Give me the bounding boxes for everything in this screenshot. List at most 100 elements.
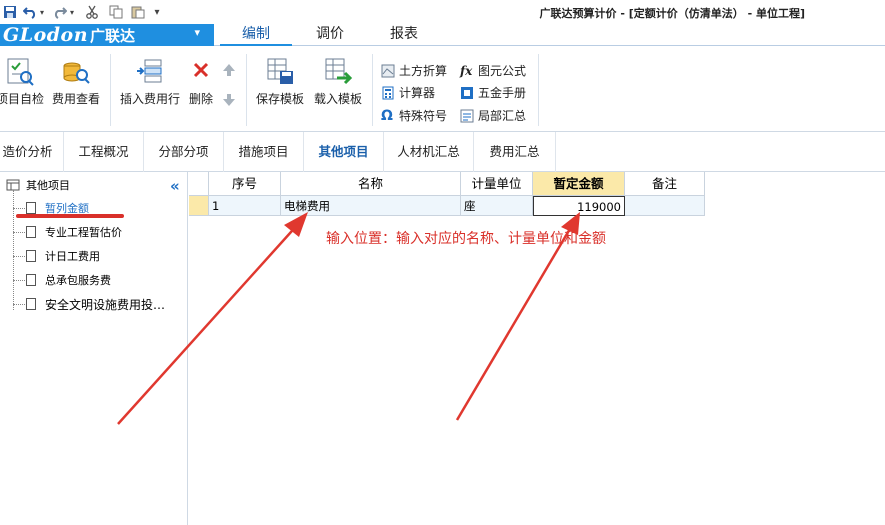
formula-button[interactable]: fx 图元公式 [460, 62, 526, 79]
tab-edit[interactable]: 编制 [220, 24, 292, 46]
cell-amount[interactable]: 119000 [533, 196, 625, 216]
cell-unit[interactable]: 座 [461, 196, 533, 216]
partial-summary-label: 局部汇总 [478, 109, 527, 123]
save-template-icon [267, 58, 293, 84]
tree-item-label: 专业工程暂估价 [45, 226, 122, 239]
special-symbol-button[interactable]: Ω 特殊符号 [381, 107, 447, 124]
grid-corner [189, 172, 209, 196]
cell-no[interactable]: 1 [209, 196, 281, 216]
document-icon [26, 250, 36, 262]
hardware-manual-label: 五金手册 [478, 86, 527, 100]
undo-icon[interactable] [22, 3, 38, 21]
copy-icon[interactable] [108, 3, 124, 21]
undo-dropdown-icon[interactable]: ▾ [38, 3, 46, 21]
calculator-button[interactable]: 计算器 [381, 84, 435, 101]
summary-icon [460, 109, 474, 122]
tree-root[interactable]: 其他项目 [6, 174, 70, 196]
tab-labor-material-summary[interactable]: 人材机汇总 [384, 132, 474, 172]
redo-dropdown-icon[interactable]: ▾ [68, 3, 76, 21]
tree-item-label: 总承包服务费 [45, 274, 111, 287]
save-template-button[interactable]: 保存模板 [254, 56, 306, 107]
ribbon-panel: 项目自检 费用查看 插入费用行 删除 保存模板 载入模板 土方折算 计算器 Ω … [0, 46, 885, 132]
delete-button[interactable]: 删除 [186, 56, 216, 107]
tree-root-label: 其他项目 [26, 179, 70, 192]
redo-icon[interactable] [52, 3, 68, 21]
annotation-arrow-right [455, 221, 576, 421]
tree-guide-line [13, 232, 25, 233]
column-header-name[interactable]: 名称 [281, 172, 461, 196]
partial-summary-button[interactable]: 局部汇总 [460, 107, 526, 124]
manual-icon [461, 86, 473, 99]
tree-guide-line [13, 208, 25, 209]
earthwork-button[interactable]: 土方折算 [381, 62, 447, 79]
fee-view-button[interactable]: 费用查看 [50, 56, 102, 107]
insert-row-icon [137, 59, 162, 83]
document-icon [26, 298, 36, 310]
red-underline-annotation [16, 214, 124, 218]
insert-fee-row-button[interactable]: 插入费用行 [118, 56, 182, 107]
tree-guide-line [13, 256, 25, 257]
tree-panel: 其他项目 « 暂列金额 专业工程暂估价 计日工费用 总承包服务费 安全文明设施费… [0, 172, 188, 525]
save-template-label: 保存模板 [255, 92, 304, 106]
move-down-button[interactable] [220, 92, 238, 111]
formula-label: 图元公式 [478, 64, 527, 78]
save-icon[interactable] [2, 3, 18, 21]
window-title: 广联达预算计价 - [定额计价（仿清单法） - 单位工程] [539, 7, 805, 20]
cut-icon[interactable] [84, 3, 100, 21]
fx-icon: fx [460, 63, 473, 78]
load-template-icon [325, 58, 353, 85]
tab-reports[interactable]: 报表 [374, 24, 434, 46]
customize-icon[interactable]: ▾ [152, 3, 162, 21]
cell-remark[interactable] [625, 196, 705, 216]
hardware-manual-button[interactable]: 五金手册 [460, 84, 526, 101]
tab-fee-summary[interactable]: 费用汇总 [474, 132, 556, 172]
ribbon-separator [246, 54, 247, 126]
document-icon [26, 226, 36, 238]
column-header-unit[interactable]: 计量单位 [461, 172, 533, 196]
tree-item-label: 安全文明设施费用投… [45, 297, 166, 312]
tab-measure-items[interactable]: 措施项目 [224, 132, 304, 172]
column-header-remark[interactable]: 备注 [625, 172, 705, 196]
paste-icon[interactable] [130, 3, 146, 21]
tree-item-label: 计日工费用 [45, 250, 100, 263]
tab-adjust-price[interactable]: 调价 [300, 24, 360, 46]
load-template-button[interactable]: 载入模板 [312, 56, 364, 107]
load-template-label: 载入模板 [313, 92, 362, 106]
arrow-up-icon [223, 64, 235, 76]
checklist-icon [7, 58, 34, 86]
move-up-button[interactable] [220, 62, 238, 81]
annotation-text: 输入位置：输入对应的名称、计量单位和金额 [326, 231, 606, 247]
document-icon [26, 274, 36, 286]
tab-project-overview[interactable]: 工程概况 [64, 132, 144, 172]
tab-cost-analysis[interactable]: 造价分析 [0, 132, 64, 172]
special-symbol-label: 特殊符号 [399, 109, 448, 123]
column-header-no[interactable]: 序号 [209, 172, 281, 196]
tree-item-general-contract-service[interactable]: 总承包服务费 [26, 269, 111, 291]
tree-item-professional-estimate[interactable]: 专业工程暂估价 [26, 221, 122, 243]
tree-item-daywork[interactable]: 计日工费用 [26, 245, 100, 267]
insert-fee-row-label: 插入费用行 [119, 92, 180, 106]
cell-name[interactable]: 电梯费用 [281, 196, 461, 216]
tree-item-safety-civilization[interactable]: 安全文明设施费用投… [26, 293, 165, 315]
fee-view-label: 费用查看 [51, 92, 100, 106]
tab-other-items[interactable]: 其他项目 [304, 132, 384, 172]
tree-guide-line [13, 280, 25, 281]
row-selector[interactable] [189, 196, 209, 216]
self-check-button[interactable]: 项目自检 [0, 56, 44, 107]
calculator-icon [382, 86, 394, 99]
ribbon-separator [110, 54, 111, 126]
ribbon-separator [372, 54, 373, 126]
delete-x-icon [193, 62, 209, 78]
module-tab-bar: 造价分析 工程概况 分部分项 措施项目 其他项目 人材机汇总 费用汇总 [0, 132, 885, 172]
tab-subdivision-items[interactable]: 分部分项 [144, 132, 224, 172]
column-header-amount[interactable]: 暂定金额 [533, 172, 625, 196]
collapse-panel-icon[interactable]: « [170, 177, 180, 195]
earthwork-label: 土方折算 [399, 64, 448, 78]
app-menu-button[interactable]: GLodon 广联达 ▾ [0, 24, 214, 46]
logo-cn: 广联达 [90, 26, 136, 45]
logo-brand: GLodon [3, 24, 89, 46]
ribbon-separator [538, 54, 539, 126]
ribbon-tab-bar: GLodon 广联达 ▾ 编制 调价 报表 [0, 24, 885, 46]
calculator-label: 计算器 [399, 86, 436, 100]
document-icon [26, 202, 36, 214]
